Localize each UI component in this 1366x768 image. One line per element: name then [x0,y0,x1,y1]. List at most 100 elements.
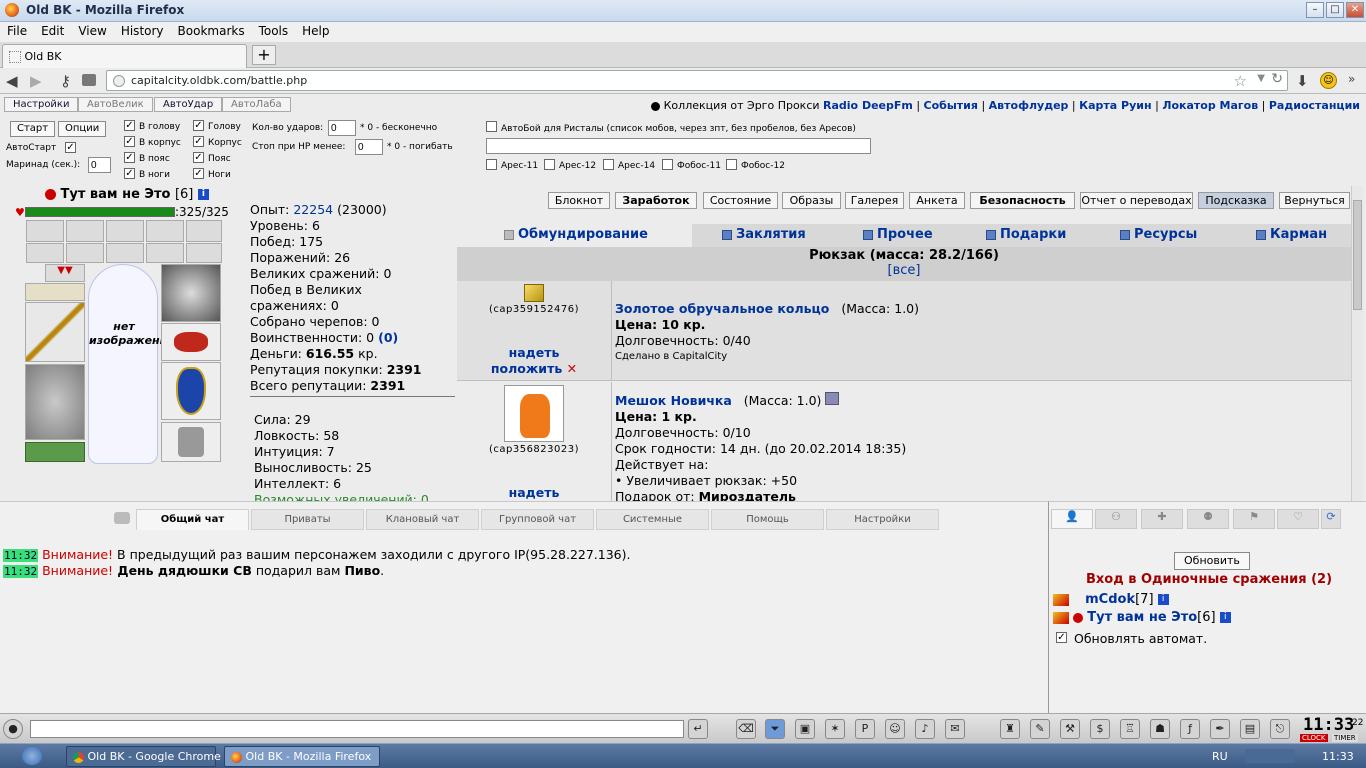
translit-icon[interactable]: P [855,719,875,739]
back-icon[interactable]: ◀ [6,72,18,90]
earnings-button[interactable]: Заработок [615,192,697,209]
chat-input[interactable] [30,720,684,738]
slot-earring[interactable] [25,283,85,301]
link-radio-stations[interactable]: Радиостанции [1269,99,1360,112]
tab-general-chat[interactable]: Общий чат [136,509,249,530]
slot-ring-2[interactable] [66,220,104,242]
url-bar[interactable]: capitalcity.oldbk.com/battle.php ☆ ▼ ↻ [106,70,1288,91]
tab-chat-settings[interactable]: Настройки [826,509,939,530]
chat-icon[interactable]: ✉ [945,719,965,739]
ares14-checkbox[interactable] [603,159,614,170]
block-body-checkbox[interactable]: ✓ [193,136,204,147]
content-scrollbar[interactable] [1351,186,1363,501]
overflow-icon[interactable]: » [1348,72,1355,86]
link-ruins-map[interactable]: Карта Руин [1079,99,1151,112]
slot-ring-4[interactable] [146,220,184,242]
tray-icons[interactable] [1245,749,1295,763]
sound-icon[interactable]: ♪ [915,719,935,739]
info-icon[interactable]: i [1219,612,1231,623]
clock-label[interactable]: CLOCK [1300,734,1328,742]
block-belt-checkbox[interactable]: ✓ [193,152,204,163]
autostart-checkbox[interactable]: ✓ [65,142,76,153]
arrows-icon[interactable]: ▼▼ [45,264,85,282]
forward-icon[interactable]: ▶ [30,72,42,90]
hint-button[interactable]: Подсказка [1198,192,1274,209]
info-icon[interactable]: i [197,189,209,200]
task-chrome[interactable]: Old BK - Google Chrome [66,746,221,767]
heart-tab-icon[interactable]: ♡ [1277,509,1319,529]
fobos11-checkbox[interactable] [662,159,673,170]
battle-entry-title[interactable]: Вход в Одиночные сражения (2) [1086,572,1332,587]
language-indicator[interactable]: RU [1212,750,1228,763]
tab-system[interactable]: Системные [596,509,709,530]
autobattle-checkbox[interactable] [486,121,497,132]
tab-other[interactable]: Прочее [863,227,933,242]
timer-label[interactable]: TIMER [1332,734,1358,742]
close-button[interactable]: ✕ [1346,2,1364,18]
minimize-button[interactable]: – [1306,2,1324,18]
dropdown-icon[interactable]: ▼ [1257,73,1265,84]
menu-icon[interactable]: ● [3,719,23,739]
settings-button[interactable]: Настройки [4,97,79,112]
return-button[interactable]: Вернуться [1279,192,1350,209]
block-head-checkbox[interactable]: ✓ [193,120,204,131]
addon-icon[interactable] [82,74,96,86]
marinad-input[interactable] [88,157,111,173]
friends-tab-icon[interactable]: ⚇ [1095,509,1137,529]
tab-equipment[interactable]: Обмундирование [504,227,648,242]
chat-bubble-icon[interactable] [114,512,130,524]
mask-icon[interactable]: ☗ [1150,719,1170,739]
backpack-all-link[interactable]: [все] [457,263,1351,278]
tab-clan-chat[interactable]: Клановый чат [366,509,479,530]
eraser-icon[interactable]: ⌫ [736,719,756,739]
users-tab-icon[interactable]: 👤 [1051,509,1093,529]
link-autoflooder[interactable]: Автофлудер [989,99,1069,112]
link-mage-locator[interactable]: Локатор Магов [1162,99,1258,112]
slot-ring-1[interactable] [26,220,64,242]
notebook-button[interactable]: Блокнот [548,192,610,209]
start-button[interactable]: Старт [10,121,56,137]
tab-pocket[interactable]: Карман [1256,227,1327,242]
menu-history[interactable]: History [114,22,171,38]
autolaba-button[interactable]: АвтоЛаба [222,97,291,112]
gloves-icon[interactable] [161,323,221,361]
delete-icon[interactable]: ✕ [567,361,577,376]
item-name[interactable]: Мешок Новичка [615,393,732,408]
images-button[interactable]: Образы [782,192,841,209]
ares11-checkbox[interactable] [486,159,497,170]
filter-icon[interactable]: ⏷ [765,719,785,739]
character-name[interactable]: Тут вам не Это [61,187,171,202]
wear-link[interactable]: надеть [457,345,611,361]
block-legs-checkbox[interactable]: ✓ [193,168,204,179]
new-tab-button[interactable]: + [252,45,276,65]
link-events[interactable]: События [924,99,978,112]
smiley-icon[interactable]: ☺ [1320,72,1337,89]
castle-icon[interactable]: ♖ [1120,719,1140,739]
group-tab-icon[interactable]: ⚉ [1187,509,1229,529]
slot-ring-3[interactable] [106,220,144,242]
potion-slots[interactable] [25,442,85,462]
browser-tab[interactable]: Old BK [2,44,247,68]
tab-resources[interactable]: Ресурсы [1120,227,1197,242]
menu-help[interactable]: Help [295,22,336,38]
tab-spells[interactable]: Заклятия [722,227,806,242]
maximize-button[interactable]: □ [1326,2,1344,18]
put-link[interactable]: положить [491,361,562,376]
boots-icon[interactable] [161,422,221,462]
slot-amulet-1[interactable] [26,243,64,263]
tab-gifts[interactable]: Подарки [986,227,1066,242]
reload-icon[interactable]: ↻ [1271,71,1283,87]
gallery-button[interactable]: Галерея [845,192,904,209]
flag-tab-icon[interactable]: ⚑ [1233,509,1275,529]
walker-icon[interactable]: ✶ [825,719,845,739]
message-time[interactable]: 11:32 [3,549,39,562]
fobos12-checkbox[interactable] [726,159,737,170]
ares12-checkbox[interactable] [544,159,555,170]
bag-icon[interactable]: ♜ [1000,719,1020,739]
exit-icon[interactable]: ⎋ [1270,719,1290,739]
state-button[interactable]: Состояние [703,192,778,209]
money-bag-icon[interactable]: $ [1090,719,1110,739]
bag-item-icon[interactable] [504,385,564,442]
ring-item-icon[interactable] [524,284,544,302]
menu-bookmarks[interactable]: Bookmarks [171,22,252,38]
